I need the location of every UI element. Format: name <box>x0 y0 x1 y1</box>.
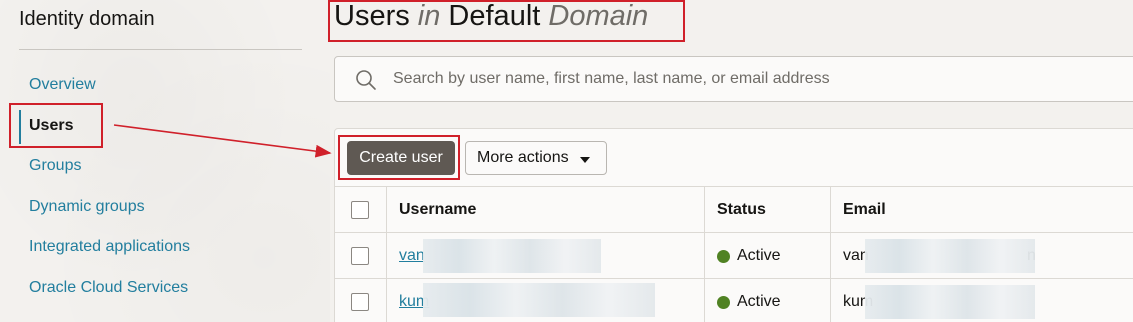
column-divider <box>830 187 831 233</box>
search-input[interactable] <box>393 57 1123 101</box>
more-actions-label: More actions <box>477 149 569 166</box>
column-header-email[interactable]: Email <box>843 187 886 233</box>
row-checkbox[interactable] <box>351 247 369 265</box>
active-indicator <box>19 110 21 144</box>
sidebar: Identity domain Overview Users Groups Dy… <box>0 0 320 322</box>
column-divider <box>386 233 387 279</box>
column-divider <box>704 233 705 279</box>
column-divider <box>830 233 831 279</box>
status-text: Active <box>737 247 781 264</box>
column-divider <box>704 187 705 233</box>
search-icon <box>356 70 376 90</box>
column-divider <box>386 187 387 233</box>
status-cell: Active <box>717 233 781 279</box>
sidebar-item-oracle-cloud-services[interactable]: Oracle Cloud Services <box>29 279 188 297</box>
status-active-icon <box>717 249 730 263</box>
username-cell: van <box>399 233 425 279</box>
status-active-icon <box>717 295 730 309</box>
status-text: Active <box>737 293 781 310</box>
redacted-username <box>423 283 655 317</box>
sidebar-item-overview[interactable]: Overview <box>29 76 96 94</box>
select-all-checkbox[interactable] <box>351 201 369 219</box>
column-header-status[interactable]: Status <box>717 187 766 233</box>
more-actions-button[interactable]: More actions <box>465 141 607 175</box>
username-link[interactable]: van <box>399 247 425 265</box>
redacted-email <box>865 285 1035 319</box>
title-in: in <box>417 0 441 32</box>
redacted-username <box>423 239 601 273</box>
table-row: van Active van n <box>335 232 1133 279</box>
row-checkbox[interactable] <box>351 293 369 311</box>
column-divider <box>386 279 387 322</box>
title-users: Users <box>334 0 418 32</box>
sidebar-item-integrated-applications[interactable]: Integrated applications <box>29 238 190 256</box>
sidebar-item-dynamic-groups[interactable]: Dynamic groups <box>29 198 145 216</box>
users-table-panel: Create user More actions Username Status… <box>334 128 1133 322</box>
table-row: kum Active kum <box>335 278 1133 322</box>
status-cell: Active <box>717 279 781 322</box>
table-header-row: Username Status Email <box>335 186 1133 233</box>
sidebar-item-groups[interactable]: Groups <box>29 157 81 175</box>
create-user-button[interactable]: Create user <box>347 141 455 175</box>
redacted-email <box>865 239 1035 273</box>
sidebar-title: Identity domain <box>19 8 155 30</box>
search-box <box>334 56 1133 102</box>
title-domain: Domain <box>548 0 649 32</box>
sidebar-item-users[interactable]: Users <box>29 117 73 135</box>
chevron-down-icon <box>580 157 590 163</box>
title-default: Default <box>440 0 549 32</box>
column-divider <box>704 279 705 322</box>
column-header-username[interactable]: Username <box>399 187 476 233</box>
column-divider <box>830 279 831 322</box>
page-title: Users in Default Domain <box>334 0 648 33</box>
table-toolbar: Create user More actions <box>335 129 1133 187</box>
sidebar-divider <box>19 49 302 50</box>
